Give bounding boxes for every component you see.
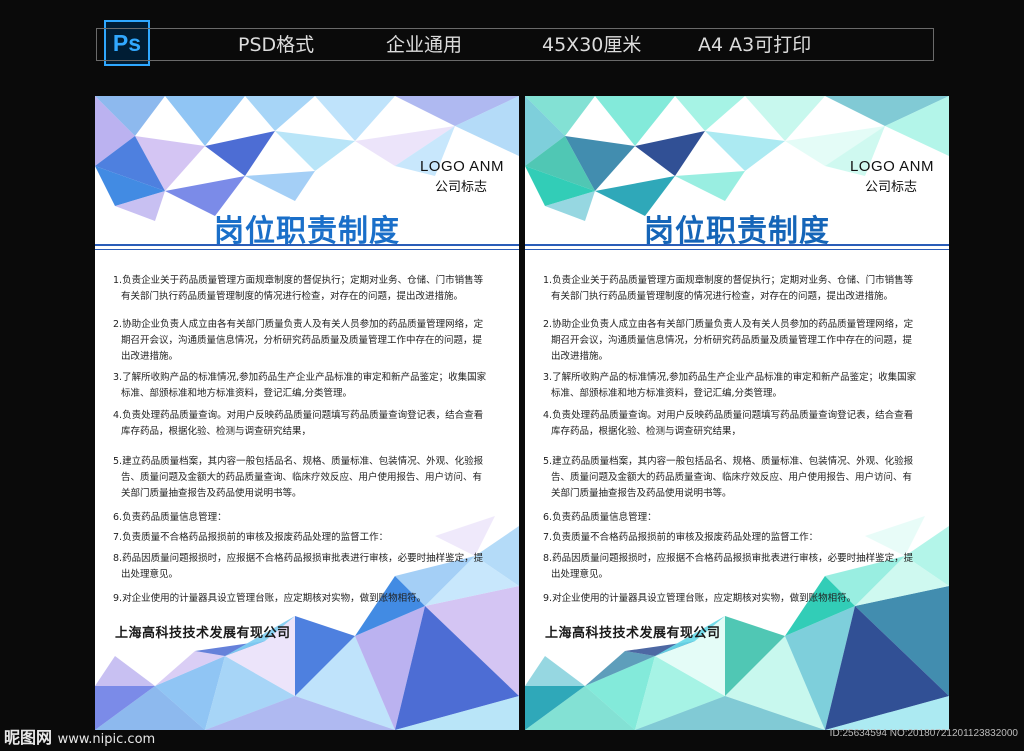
clause-item: 8.药品因质量问题报损时，应报据不合格药品报损审批表进行审核，必要时抽样鉴定，提… <box>543 551 935 583</box>
clause-item: 2.协助企业负责人成立由各有关部门质量负责人及有关人员参加的药品质量管理网络，定… <box>113 317 505 365</box>
clause-line: 出改进措施。 <box>551 351 609 362</box>
clause-line: 告、质量问题及金额大的药品质量查询、临床疗效反应、用户使用报告、用户访问、有 <box>121 472 483 483</box>
title-rule-thin <box>95 249 519 250</box>
watermark-id: ID:25634594 NO:20180721201123832000 <box>829 728 1018 739</box>
company-name: 上海高科技技术发展有现公司 <box>545 626 721 641</box>
clause-item: 9.对企业使用的计量器具设立管理台账，应定期核对实物，做到账物相符。 <box>543 591 935 607</box>
clause-line: 2.协助企业负责人成立由各有关部门质量负责人及有关人员参加的药品质量管理网络，定 <box>113 319 484 330</box>
title-rule <box>525 244 949 246</box>
polygon-shape <box>525 656 585 686</box>
clause-line: 3.了解所收购产品的标准情况,参加药品生产企业产品标准的审定和新产品鉴定；收集国… <box>543 372 917 383</box>
clause-line: 1.负责企业关于药品质量管理方面规章制度的督促执行；定期对业务、仓储、门市销售等 <box>113 275 484 286</box>
polygon-shape <box>95 656 155 686</box>
clause-line: 2.协助企业负责人成立由各有关部门质量负责人及有关人员参加的药品质量管理网络，定 <box>543 319 914 330</box>
clause-line: 出改进措施。 <box>121 351 179 362</box>
clause-line: 5.建立药品质量档案，其内容一般包括品名、规格、质量标准、包装情况、外观、化验报 <box>113 456 484 467</box>
title-rule <box>95 244 519 246</box>
clause-item: 2.协助企业负责人成立由各有关部门质量负责人及有关人员参加的药品质量管理网络，定… <box>543 317 935 365</box>
clause-line: 8.药品因质量问题报损时，应报据不合格药品报损审批表进行审核，必要时抽样鉴定，提 <box>113 553 484 564</box>
clause-line: 标准、部颁标准和地方标准资料，登记汇编,分类管理。 <box>551 388 783 399</box>
watermark-site-name: 昵图网 <box>4 728 53 747</box>
clause-line: 9.对企业使用的计量器具设立管理台账，应定期核对实物，做到账物相符。 <box>543 593 857 604</box>
title-rule-thin <box>525 249 949 250</box>
clause-item: 4.负责处理药品质量查询。对用户反映药品质量问题填写药品质量查询登记表，结合查看… <box>113 408 505 440</box>
logo-caption: 公司标志 <box>864 180 917 195</box>
clause-item: 1.负责企业关于药品质量管理方面规章制度的督促执行；定期对业务、仓储、门市销售等… <box>113 273 505 305</box>
clause-line: 出处理意见。 <box>551 569 609 580</box>
poster-teal: LOGO ANM 公司标志 岗位职责制度 1.负责企业关于药品质量管理方面规章制… <box>525 96 949 730</box>
size-label: 45X30厘米 <box>542 34 642 56</box>
clause-item: 5.建立药品质量档案，其内容一般包括品名、规格、质量标准、包装情况、外观、化验报… <box>113 454 505 502</box>
clause-item: 5.建立药品质量档案，其内容一般包括品名、规格、质量标准、包装情况、外观、化验报… <box>543 454 935 502</box>
usage-label: 企业通用 <box>386 34 463 56</box>
clause-line: 1.负责企业关于药品质量管理方面规章制度的督促执行；定期对业务、仓储、门市销售等 <box>543 275 914 286</box>
clause-line: 8.药品因质量问题报损时，应报据不合格药品报损审批表进行审核，必要时抽样鉴定，提 <box>543 553 914 564</box>
company-name: 上海高科技技术发展有现公司 <box>115 626 291 641</box>
clause-line: 6.负责药品质量信息管理： <box>113 512 227 523</box>
clause-line: 6.负责药品质量信息管理： <box>543 512 657 523</box>
clause-line: 期召开会议，沟通质量信息情况，分析研究药品质量及质量管理工作中存在的问题，提 <box>551 335 913 346</box>
clause-line: 4.负责处理药品质量查询。对用户反映药品质量问题填写药品质量查询登记表，结合查看 <box>113 410 484 421</box>
clause-item: 3.了解所收购产品的标准情况,参加药品生产企业产品标准的审定和新产品鉴定；收集国… <box>543 370 935 402</box>
clause-line: 库存药品，根据化验、检测与调查研究结果， <box>121 426 312 437</box>
clause-line: 5.建立药品质量档案，其内容一般包括品名、规格、质量标准、包装情况、外观、化验报 <box>543 456 914 467</box>
logo-caption: 公司标志 <box>434 180 487 195</box>
clause-line: 出处理意见。 <box>121 569 179 580</box>
clause-line: 标准、部颁标准和地方标准资料，登记汇编,分类管理。 <box>121 388 353 399</box>
clause-line: 3.了解所收购产品的标准情况,参加药品生产企业产品标准的审定和新产品鉴定；收集国… <box>113 372 487 383</box>
clause-item: 7.负责质量不合格药品报损前的审核及报废药品处理的监督工作： <box>543 530 935 546</box>
clause-item: 6.负责药品质量信息管理： <box>543 510 935 526</box>
poster-blue: LOGO ANM 公司标志 岗位职责制度 1.负责企业关于药品质量管理方面规章制… <box>95 96 519 730</box>
clause-line: 7.负责质量不合格药品报损前的审核及报废药品处理的监督工作： <box>113 532 389 543</box>
clause-line: 期召开会议，沟通质量信息情况，分析研究药品质量及质量管理工作中存在的问题，提 <box>121 335 483 346</box>
clause-line: 有关部门执行药品质量管理制度的情况进行检查，对存在的问题，提出改进措施。 <box>121 291 464 302</box>
clause-item: 3.了解所收购产品的标准情况,参加药品生产企业产品标准的审定和新产品鉴定；收集国… <box>113 370 505 402</box>
clause-item: 9.对企业使用的计量器具设立管理台账，应定期核对实物，做到账物相符。 <box>113 591 505 607</box>
logo-text: LOGO ANM <box>849 158 934 175</box>
watermark-site: 昵图网 www.nipic.com <box>4 724 155 748</box>
watermark-url: www.nipic.com <box>57 732 156 747</box>
clause-line: 告、质量问题及金额大的药品质量查询、临床疗效反应、用户使用报告、用户访问、有 <box>551 472 913 483</box>
clause-item: 1.负责企业关于药品质量管理方面规章制度的督促执行；定期对业务、仓储、门市销售等… <box>543 273 935 305</box>
logo-text: LOGO ANM <box>419 158 504 175</box>
clause-item: 6.负责药品质量信息管理： <box>113 510 505 526</box>
clause-item: 7.负责质量不合格药品报损前的审核及报废药品处理的监督工作： <box>113 530 505 546</box>
clause-line: 7.负责质量不合格药品报损前的审核及报废药品处理的监督工作： <box>543 532 819 543</box>
format-label: PSD格式 <box>238 34 315 56</box>
clause-line: 关部门质量抽查报告及药品使用说明书等。 <box>551 488 732 499</box>
clause-line: 库存药品，根据化验、检测与调查研究结果， <box>551 426 742 437</box>
clause-line: 有关部门执行药品质量管理制度的情况进行检查，对存在的问题，提出改进措施。 <box>551 291 894 302</box>
clause-line: 关部门质量抽查报告及药品使用说明书等。 <box>121 488 302 499</box>
print-label: A4 A3可打印 <box>698 34 812 56</box>
clause-line: 4.负责处理药品质量查询。对用户反映药品质量问题填写药品质量查询登记表，结合查看 <box>543 410 914 421</box>
clause-item: 8.药品因质量问题报损时，应报据不合格药品报损审批表进行审核，必要时抽样鉴定，提… <box>113 551 505 583</box>
clause-line: 9.对企业使用的计量器具设立管理台账，应定期核对实物，做到账物相符。 <box>113 593 427 604</box>
clause-item: 4.负责处理药品质量查询。对用户反映药品质量问题填写药品质量查询登记表，结合查看… <box>543 408 935 440</box>
